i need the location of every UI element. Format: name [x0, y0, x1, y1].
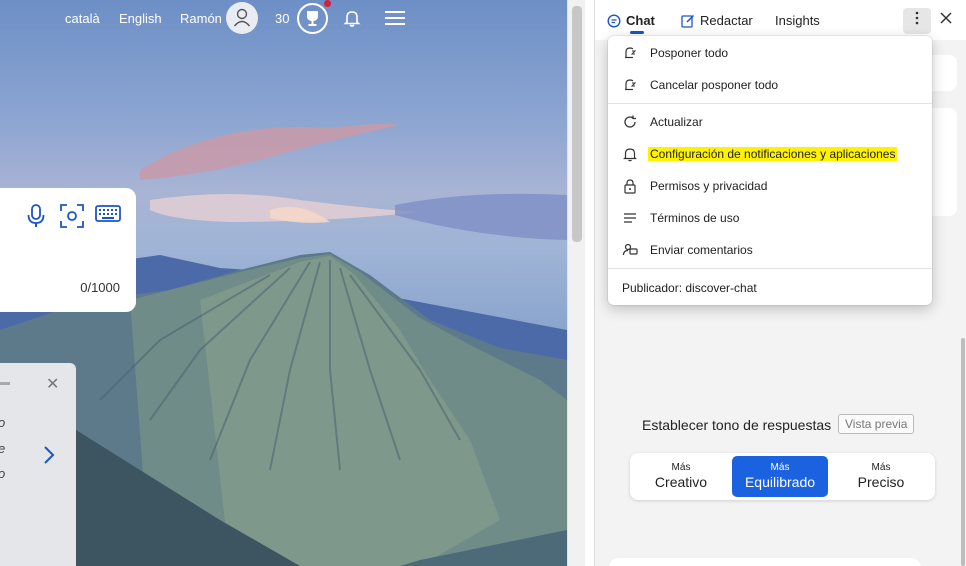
panel-header: Chat Redactar Insights [595, 0, 966, 40]
rewards-points[interactable]: 30 [275, 11, 289, 26]
rewards-button[interactable] [297, 3, 328, 34]
promo-text: e [0, 441, 5, 456]
user-icon [233, 8, 251, 27]
close-icon[interactable]: ✕ [46, 374, 59, 394]
menu-item-refresh[interactable]: Actualizar [608, 107, 932, 137]
tone-selector: Más Creativo Más Equilibrado Más Preciso [630, 453, 935, 500]
top-navigation-bar: català English Ramón 30 [0, 0, 567, 36]
scrollbar-thumb[interactable] [961, 338, 965, 566]
active-tab-indicator [630, 31, 644, 34]
document-lines-icon [624, 213, 636, 223]
promo-text: o [0, 466, 5, 481]
character-counter: 0/1000 [80, 280, 120, 295]
page-scrollbar[interactable] [567, 0, 585, 566]
tone-balanced-button[interactable]: Más Equilibrado [732, 456, 828, 497]
menu-item-terms[interactable]: Términos de uso [608, 203, 932, 233]
tone-creative-button[interactable]: Más Creativo [633, 456, 729, 497]
notification-dot [324, 0, 331, 7]
more-options-button[interactable] [903, 8, 931, 34]
user-name[interactable]: Ramón [180, 11, 222, 26]
avatar[interactable] [226, 2, 258, 34]
background-landscape: català English Ramón 30 0/1000 ✕ [0, 0, 567, 566]
compose-icon [681, 14, 695, 28]
search-box[interactable]: 0/1000 [0, 188, 136, 312]
feedback-icon [622, 243, 638, 256]
menu-item-snooze-all[interactable]: Posponer todo [608, 38, 932, 68]
microphone-icon[interactable] [26, 203, 46, 229]
more-options-menu: Posponer todo Cancelar posponer todo Act… [608, 36, 932, 305]
tone-precise-button[interactable]: Más Preciso [833, 456, 929, 497]
menu-separator [608, 268, 932, 269]
trophy-icon [307, 11, 318, 26]
promo-card: ✕ o e o [0, 363, 76, 566]
minimize-icon[interactable] [0, 382, 10, 385]
tab-chat[interactable]: Chat [607, 13, 655, 28]
menu-item-cancel-snooze[interactable]: Cancelar posponer todo [608, 70, 932, 100]
chat-icon [607, 13, 621, 28]
tab-insights[interactable]: Insights [775, 13, 820, 28]
menu-item-permissions[interactable]: Permisos y privacidad [608, 171, 932, 201]
bell-icon[interactable] [342, 8, 362, 28]
publisher-label: Publicador: discover-chat [622, 281, 757, 295]
keyboard-icon[interactable] [95, 203, 121, 225]
menu-separator [608, 103, 932, 104]
visual-search-icon[interactable] [59, 203, 85, 229]
chevron-right-icon[interactable] [43, 445, 55, 465]
panel-scrollbar[interactable] [961, 40, 966, 566]
snooze-icon [625, 79, 637, 91]
language-english-link[interactable]: English [119, 11, 162, 26]
language-catala-link[interactable]: català [65, 11, 100, 26]
menu-item-feedback[interactable]: Enviar comentarios [608, 235, 932, 265]
promo-text: o [0, 415, 5, 430]
close-icon[interactable] [939, 11, 953, 25]
tab-compose[interactable]: Redactar [681, 13, 753, 28]
menu-item-notification-settings[interactable]: Configuración de notificaciones y aplica… [608, 139, 932, 169]
bottom-card [609, 558, 921, 566]
tone-title: Establecer tono de respuestas [642, 417, 832, 433]
menu-icon[interactable] [384, 10, 406, 26]
panel-divider [585, 0, 595, 566]
scrollbar-thumb[interactable] [572, 6, 582, 242]
snooze-icon [625, 47, 637, 59]
refresh-icon [624, 115, 636, 128]
bell-icon [623, 148, 637, 162]
lock-icon [624, 179, 636, 194]
preview-badge: Vista previa [838, 414, 915, 434]
more-vertical-icon [915, 11, 919, 25]
